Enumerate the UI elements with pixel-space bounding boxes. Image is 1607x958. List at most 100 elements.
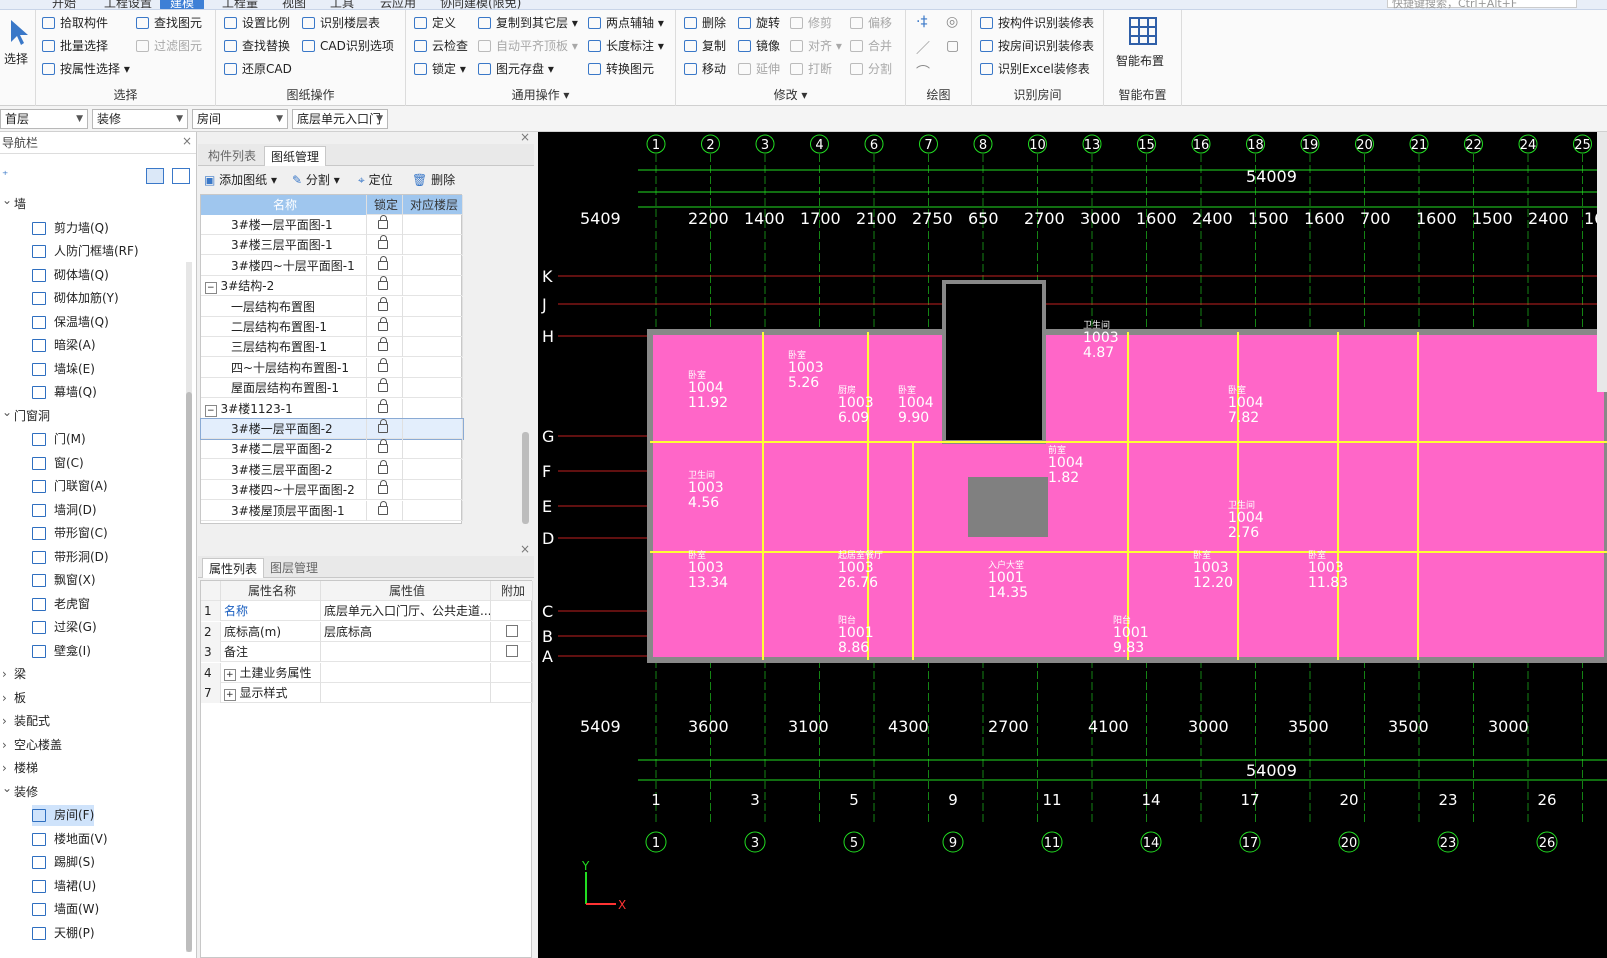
nav-category[interactable]: 梁	[0, 664, 26, 685]
nav-item[interactable]: 墙裙(U)	[32, 876, 96, 897]
break-button[interactable]: 打断	[790, 59, 832, 79]
extend-button[interactable]: 延伸	[738, 59, 780, 79]
nav-item[interactable]: 剪力墙(Q)	[32, 218, 109, 239]
nav-item[interactable]: 飘窗(X)	[32, 570, 96, 591]
nav-item[interactable]: 幕墙(Q)	[32, 382, 97, 403]
nav-item[interactable]: 带形窗(C)	[32, 523, 108, 544]
lock-icon[interactable]	[378, 459, 388, 474]
close-icon[interactable]: ×	[182, 130, 192, 152]
lock-icon[interactable]	[378, 235, 388, 250]
tab-layer-management[interactable]: 图层管理	[264, 558, 324, 578]
cloud-check-button[interactable]: 云检查	[414, 36, 468, 56]
type-select[interactable]: 房间 ▼	[192, 109, 288, 129]
nav-item[interactable]: 门联窗(A)	[32, 476, 108, 497]
locate-button[interactable]: ⌖ 定位	[358, 171, 393, 188]
rotate-button[interactable]: 旋转	[738, 13, 780, 33]
split-drawing-button[interactable]: ✎ 分割 ▾	[292, 171, 340, 188]
table-row[interactable]: 二层结构布置图-1	[201, 317, 463, 337]
nav-item[interactable]: 墙垛(E)	[32, 359, 95, 380]
table-row[interactable]: −3#结构-2	[201, 276, 463, 297]
merge-button[interactable]: 合并	[850, 36, 892, 56]
prop-value[interactable]	[321, 642, 491, 662]
table-row[interactable]: 3#楼二层平面图-2	[201, 439, 463, 460]
table-row[interactable]: 屋面层结构布置图-1	[201, 378, 463, 399]
mirror-button[interactable]: 镜像	[738, 36, 780, 56]
nav-category[interactable]: 楼梯	[0, 758, 38, 779]
nav-item[interactable]: 天棚(P)	[32, 923, 95, 944]
nav-item[interactable]: 保温墙(Q)	[32, 312, 109, 333]
nav-item[interactable]: 人防门框墙(RF)	[32, 241, 139, 262]
list-view-icon[interactable]	[146, 168, 164, 184]
nav-item[interactable]: 砌体加筋(Y)	[32, 288, 119, 309]
trim-button[interactable]: 修剪	[790, 13, 832, 33]
prop-value[interactable]: 层底标高	[321, 621, 491, 642]
component-select[interactable]: 底层单元入口门 ▼	[292, 109, 388, 129]
lock-icon[interactable]	[378, 378, 388, 393]
split-button[interactable]: 分割	[850, 59, 892, 79]
tab-cloud[interactable]: 云应用	[380, 0, 416, 9]
lock-icon[interactable]	[378, 439, 388, 454]
category-select[interactable]: 装修 ▼	[92, 109, 188, 129]
close-icon[interactable]: ×	[520, 130, 530, 144]
prop-value[interactable]: 底层单元入口门厅、公共走道...	[321, 601, 491, 621]
line-icon[interactable]: ／	[916, 38, 930, 58]
table-row[interactable]: 3#楼一层平面图-2	[200, 418, 464, 440]
table-row[interactable]: 3#楼四~十层平面图-2	[201, 480, 463, 501]
tab-drawing-management[interactable]: 图纸管理	[264, 146, 327, 166]
nav-item[interactable]: 过梁(G)	[32, 617, 97, 638]
table-row[interactable]: 3#楼三层平面图-1	[201, 235, 463, 256]
nav-item[interactable]: 门(M)	[32, 429, 86, 450]
prop-extra[interactable]	[491, 601, 533, 621]
nav-item[interactable]: 砌体墙(Q)	[32, 265, 109, 286]
restore-cad-button[interactable]: 还原CAD	[224, 59, 292, 79]
lock-icon[interactable]	[378, 500, 388, 515]
drawing-scrollbar[interactable]	[522, 432, 529, 524]
select-by-attr-button[interactable]: 按属性选择 ▾	[42, 59, 130, 79]
align2-button[interactable]: 对齐 ▾	[790, 36, 842, 56]
filter-element-button[interactable]: 过滤图元	[136, 36, 202, 56]
tab-start[interactable]: 开始	[52, 0, 76, 9]
prop-extra[interactable]	[491, 662, 533, 683]
table-row[interactable]: 7 + 显示样式	[201, 683, 533, 703]
point-icon[interactable]: ·‡	[916, 14, 927, 30]
select-big-button[interactable]: 选择	[0, 10, 36, 106]
delete-button[interactable]: 删除	[684, 13, 726, 33]
pick-component-button[interactable]: 拾取构件	[42, 13, 108, 33]
pin-icon[interactable]: ⁺	[2, 168, 8, 182]
lock-icon[interactable]	[378, 419, 388, 433]
table-row[interactable]: 三层结构布置图-1	[201, 337, 463, 358]
define-button[interactable]: 定义	[414, 13, 456, 33]
recognize-excel-button[interactable]: 识别Excel装修表	[980, 59, 1090, 79]
tab-quantity[interactable]: 工程量	[222, 0, 258, 9]
nav-category[interactable]: 板	[0, 688, 26, 709]
auto-align-button[interactable]: 自动平齐顶板 ▾	[478, 36, 578, 56]
nav-scrollbar[interactable]	[186, 262, 192, 952]
delete-drawing-button[interactable]: 🗑 删除	[412, 171, 455, 188]
rect-icon[interactable]: ▢	[946, 38, 959, 54]
search-input[interactable]: 快捷键搜索，Ctrl+Alt+F	[1387, 0, 1577, 9]
tab-tools[interactable]: 工具	[330, 0, 354, 9]
add-drawing-button[interactable]: ▣ 添加图纸 ▾	[204, 171, 277, 188]
smart-layout-button[interactable]: 智能布置	[1116, 14, 1170, 82]
table-row[interactable]: 3#楼屋顶层平面图-1	[201, 500, 463, 521]
lock-icon[interactable]	[378, 337, 388, 352]
nav-item[interactable]: 暗梁(A)	[32, 335, 96, 356]
length-dim-button[interactable]: 长度标注 ▾	[588, 36, 664, 56]
tab-collab[interactable]: 协同建模(限免)	[440, 0, 521, 9]
table-row[interactable]: 3 备注	[201, 642, 533, 662]
circle-icon[interactable]: ◎	[946, 14, 958, 30]
nav-item[interactable]: 墙洞(D)	[32, 500, 97, 521]
lock-icon[interactable]	[378, 398, 388, 413]
table-row[interactable]: 四~十层结构布置图-1	[201, 357, 463, 378]
table-row[interactable]: 1 名称 底层单元入口门厅、公共走道...	[201, 601, 533, 621]
table-row[interactable]: −3#楼1123-1	[201, 398, 463, 419]
nav-category[interactable]: 空心楼盖	[0, 735, 62, 756]
cad-options-button[interactable]: CAD识别选项	[302, 36, 394, 56]
nav-category[interactable]: 墙	[0, 190, 26, 215]
nav-item[interactable]: 楼地面(V)	[32, 829, 108, 850]
tab-project-settings[interactable]: 工程设置	[104, 0, 152, 9]
batch-select-button[interactable]: 批量选择	[42, 36, 108, 56]
cad-canvas[interactable]: 1 2 3 4 6 7 8 10 13 15 16 18 19 20 21 22 24 25 5409 2200 140…	[538, 132, 1607, 958]
move-button[interactable]: 移动	[684, 59, 726, 79]
tab-view[interactable]: 视图	[282, 0, 306, 9]
